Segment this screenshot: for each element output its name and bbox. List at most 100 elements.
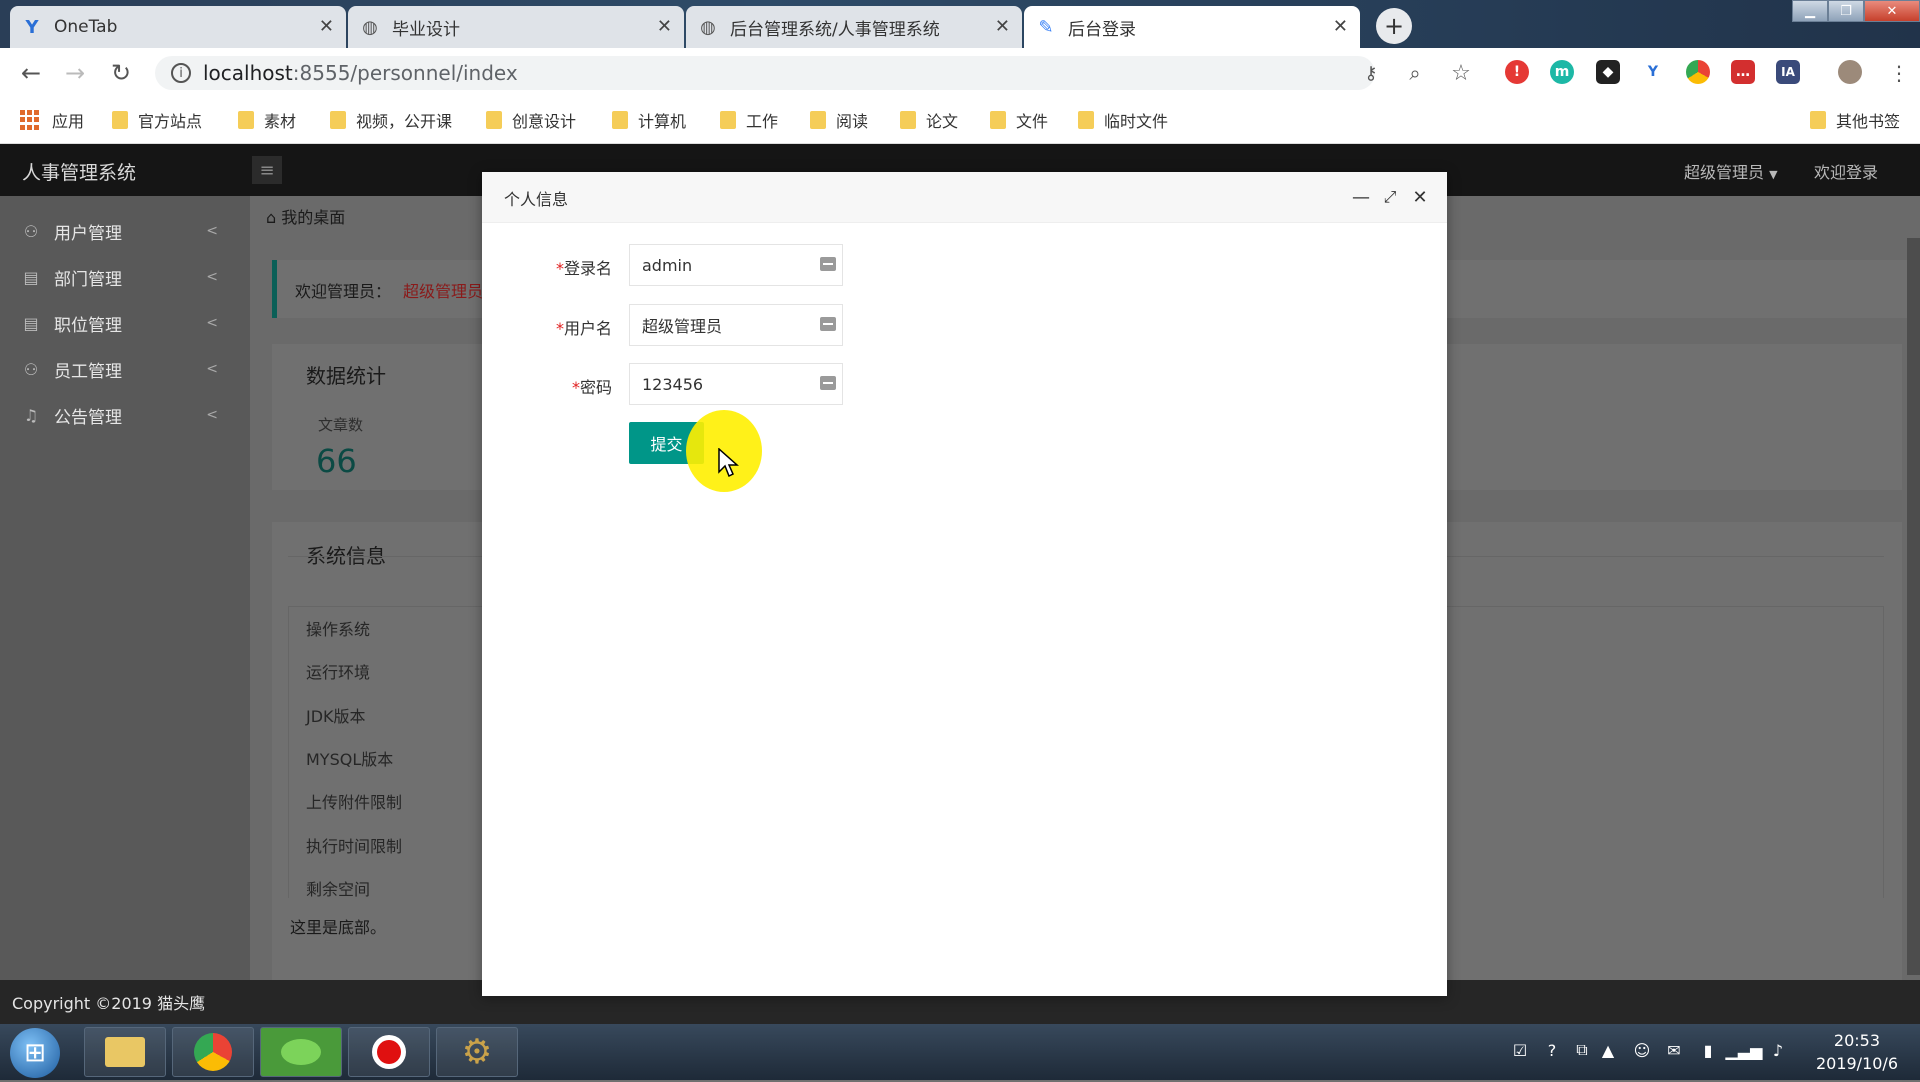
dialog-header[interactable]: 个人信息 — ⤢ ✕ xyxy=(482,172,1447,223)
sidebar-item-employees[interactable]: ⚇ 员工管理 < xyxy=(0,346,250,392)
taskbar-chrome[interactable] xyxy=(172,1027,254,1077)
bookmark-label: 文件 xyxy=(1016,112,1049,131)
extension-icon[interactable]: … xyxy=(1731,60,1755,84)
close-icon[interactable]: ✕ xyxy=(1333,16,1348,37)
chevron-left-icon: < xyxy=(206,315,218,331)
extension-icon[interactable]: IA xyxy=(1776,60,1800,84)
start-button[interactable]: ⊞ xyxy=(10,1028,60,1078)
tray-expand-icon[interactable]: ▲ xyxy=(1598,1040,1618,1060)
folder-icon xyxy=(330,111,346,129)
zoom-icon[interactable]: ⌕ xyxy=(1400,58,1430,88)
check-icon[interactable]: ☑ xyxy=(1510,1040,1530,1060)
volume-icon[interactable]: ♪ xyxy=(1768,1040,1788,1060)
qq-icon[interactable]: ☺ xyxy=(1632,1040,1652,1060)
battery-icon[interactable]: ▮ xyxy=(1698,1040,1718,1060)
folder-icon xyxy=(990,111,1006,129)
help-icon[interactable]: ? xyxy=(1542,1040,1562,1060)
welcome-prefix: 欢迎管理员： xyxy=(295,282,392,301)
sidebar-item-announcements[interactable]: ♫ 公告管理 < xyxy=(0,392,250,438)
chevron-left-icon: < xyxy=(206,407,218,423)
close-icon[interactable]: ✕ xyxy=(995,16,1010,37)
tab-title: 毕业设计 xyxy=(392,19,460,40)
taskbar-file-explorer[interactable] xyxy=(84,1027,166,1077)
welcome-name: 超级管理员 xyxy=(403,282,484,301)
tab-graduation[interactable]: ◍ 毕业设计 ✕ xyxy=(348,6,684,48)
form-row-login-name: *登录名 xyxy=(482,244,1447,288)
taskbar-app[interactable] xyxy=(260,1027,342,1077)
tab-title: 后台管理系统/人事管理系统 xyxy=(730,19,940,40)
taskbar-recorder[interactable] xyxy=(348,1027,430,1077)
bookmark-folder[interactable]: 创意设计 xyxy=(486,108,576,132)
new-tab-button[interactable]: + xyxy=(1376,8,1412,44)
extension-icon[interactable]: ! xyxy=(1505,60,1529,84)
scrollbar[interactable] xyxy=(1907,238,1920,975)
back-icon[interactable]: ← xyxy=(16,58,46,88)
login-name-input[interactable] xyxy=(629,244,843,286)
sidebar-item-users[interactable]: ⚇ 用户管理 < xyxy=(0,208,250,254)
folder-icon xyxy=(1078,111,1094,129)
bookmark-label: 素材 xyxy=(264,112,297,131)
bookmark-folder[interactable]: 工作 xyxy=(720,108,778,132)
bookmark-folder[interactable]: 视频，公开课 xyxy=(330,108,452,132)
breadcrumb[interactable]: ⌂ 我的桌面 xyxy=(266,204,345,228)
app-title: 人事管理系统 xyxy=(22,162,137,184)
username-input[interactable] xyxy=(629,304,843,346)
bookmark-folder[interactable]: 论文 xyxy=(900,108,958,132)
folder-icon xyxy=(238,111,254,129)
bookmark-label: 工作 xyxy=(746,112,779,131)
star-icon[interactable]: ☆ xyxy=(1446,58,1476,88)
bookmark-folder[interactable]: 阅读 xyxy=(810,108,868,132)
tab-login[interactable]: ✎ 后台登录 ✕ xyxy=(1024,6,1360,48)
bookmark-folder[interactable]: 临时文件 xyxy=(1078,108,1168,132)
window-close-button[interactable]: ✕ xyxy=(1864,0,1920,22)
input-keyboard-icon xyxy=(820,317,836,331)
password-input[interactable] xyxy=(629,363,843,405)
tab-onetab[interactable]: Y OneTab ✕ xyxy=(10,6,346,48)
copyright-text: Copyright ©2019 猫头鹰 xyxy=(12,994,206,1013)
tab-personnel[interactable]: ◍ 后台管理系统/人事管理系统 ✕ xyxy=(686,6,1022,48)
network-icon[interactable]: ▁▃▅ xyxy=(1726,1040,1763,1060)
welcome-link[interactable]: 欢迎登录 xyxy=(1814,159,1878,183)
chevron-left-icon: < xyxy=(206,223,218,239)
minimize-button[interactable]: ▁ xyxy=(1792,0,1828,22)
bookmark-folder[interactable]: 计算机 xyxy=(612,108,686,132)
url-path: :8555/personnel/index xyxy=(292,61,518,85)
menu-kebab-icon[interactable]: ⋮ xyxy=(1884,58,1914,88)
restore-button[interactable]: ❐ xyxy=(1828,0,1864,22)
sidebar-item-positions[interactable]: ▤ 职位管理 < xyxy=(0,300,250,346)
document-icon: ▤ xyxy=(23,313,39,333)
chrome-extension-icon[interactable] xyxy=(1686,60,1710,84)
bookmark-folder[interactable]: 官方站点 xyxy=(112,108,202,132)
system-clock[interactable]: 20:53 2019/10/6 xyxy=(1816,1029,1898,1075)
key-icon[interactable]: ⚷ xyxy=(1356,58,1386,88)
minimize-icon[interactable]: — xyxy=(1350,186,1372,208)
profile-avatar[interactable] xyxy=(1838,60,1862,84)
sidebar-item-departments[interactable]: ▤ 部门管理 < xyxy=(0,254,250,300)
input-keyboard-icon xyxy=(820,376,836,390)
forward-icon[interactable]: → xyxy=(60,58,90,88)
reload-icon[interactable]: ↻ xyxy=(106,58,136,88)
bookmark-label: 官方站点 xyxy=(138,112,203,131)
bookmark-label: 创意设计 xyxy=(512,112,577,131)
close-icon[interactable]: ✕ xyxy=(657,16,672,37)
bookmark-folder[interactable]: 素材 xyxy=(238,108,296,132)
extension-icon[interactable]: ◆ xyxy=(1596,60,1620,84)
sysinfo-row-label: 执行时间限制 xyxy=(306,837,403,856)
user-menu[interactable]: 超级管理员 ▼ xyxy=(1684,159,1778,183)
close-icon[interactable]: ✕ xyxy=(319,16,334,37)
bookmark-folder[interactable]: 文件 xyxy=(990,108,1048,132)
bookmark-other[interactable]: 其他书签 xyxy=(1810,108,1900,132)
maximize-icon[interactable]: ⤢ xyxy=(1379,186,1401,208)
url-host: localhost xyxy=(203,61,293,85)
extension-icon[interactable]: m xyxy=(1550,60,1574,84)
bookmark-apps[interactable]: 应用 xyxy=(20,108,84,132)
close-icon[interactable]: ✕ xyxy=(1409,186,1431,208)
info-icon[interactable]: i xyxy=(171,63,191,83)
url-field[interactable]: i localhost:8555/personnel/index xyxy=(155,56,1375,90)
wechat-icon[interactable]: ✉ xyxy=(1664,1040,1684,1060)
taskbar-ide[interactable]: ⚙ xyxy=(436,1027,518,1077)
extension-icon[interactable]: Y xyxy=(1641,60,1665,84)
hamburger-menu-icon[interactable]: ≡ xyxy=(252,156,282,184)
display-icon[interactable]: ⧉ xyxy=(1572,1040,1592,1060)
clock-time: 20:53 xyxy=(1833,1031,1881,1050)
